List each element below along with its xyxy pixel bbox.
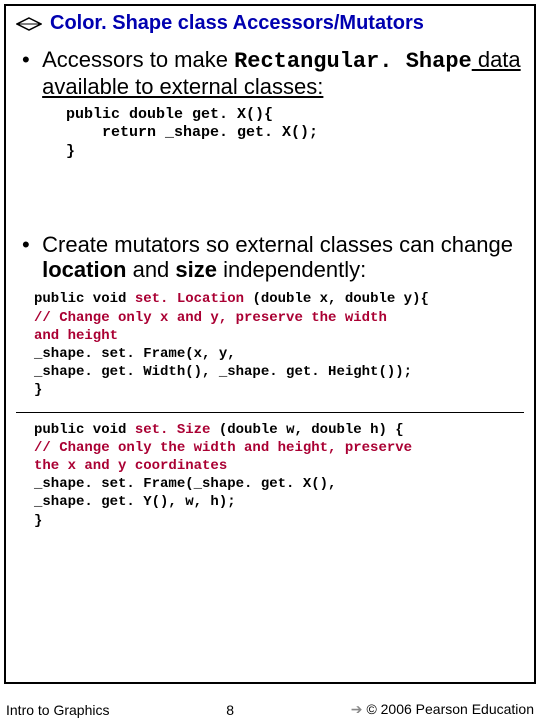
bullet2-pre: Create mutators so external classes can … [42,232,513,257]
bullet2-post: independently: [217,257,366,282]
bullet2-mid: and [126,257,175,282]
footer-left: Intro to Graphics [6,702,110,718]
code-setsize: public void set. Size (double w, double … [34,421,524,530]
code-getx: public double get. X(){ return _shape. g… [66,106,524,162]
bullet-mutators: • Create mutators so external classes ca… [22,232,524,283]
title-row: Color. Shape class Accessors/Mutators [16,12,524,35]
footer: Intro to Graphics 8 ➔© 2006 Pearson Educ… [6,701,534,718]
arrow-icon: ➔ [351,701,363,717]
bullet1-mono: Rectangular. Shape [234,49,472,74]
slide-frame: Color. Shape class Accessors/Mutators • … [4,4,536,684]
diamond-icon [16,17,42,31]
bullet1-pre: Accessors to make [42,47,234,72]
slide-title: Color. Shape class Accessors/Mutators [50,12,424,35]
code-setlocation: public void set. Location (double x, dou… [34,290,524,399]
bullet2-b2: size [175,257,217,282]
divider [16,412,524,413]
bullet-accessors: • Accessors to make Rectangular. Shape d… [22,47,524,100]
footer-right: ➔© 2006 Pearson Education [351,701,534,718]
bullet2-b1: location [42,257,126,282]
footer-page: 8 [226,702,234,718]
